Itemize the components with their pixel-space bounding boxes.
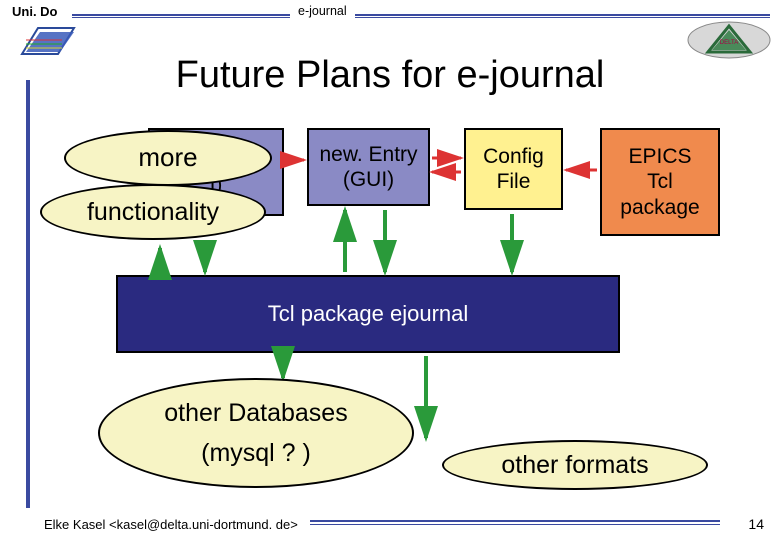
footer-rule — [310, 520, 720, 522]
header-rule — [72, 14, 770, 16]
header-topic: e-journal — [290, 4, 355, 18]
page-title: Future Plans for e-journal — [0, 54, 780, 97]
footer-author: Elke Kasel <kasel@delta.uni-dortmund. de… — [44, 517, 298, 532]
box-epics-tcl: EPICS Tcl package — [600, 128, 720, 236]
callout-other-formats: other formats — [442, 440, 708, 490]
left-accent-bar — [26, 80, 30, 508]
svg-text:DELTA: DELTA — [720, 40, 738, 46]
callout-other-databases: other Databases (mysql ? ) — [98, 378, 414, 488]
callout-otherdb-line2: (mysql ? ) — [201, 438, 311, 468]
callout-functionality: functionality — [40, 184, 266, 240]
callout-otherdb-line1: other Databases — [164, 398, 347, 428]
box-newentry-gui: new. Entry (GUI) — [307, 128, 430, 206]
box-config-file: Config File — [464, 128, 563, 210]
page-number: 14 — [748, 516, 764, 532]
callout-more: more — [64, 130, 272, 186]
header-rule-thin — [72, 17, 770, 18]
footer-rule-thin — [310, 524, 720, 525]
box-tcl-package-ejournal: Tcl package ejournal — [116, 275, 620, 353]
uni-label: Uni. Do — [12, 4, 58, 19]
